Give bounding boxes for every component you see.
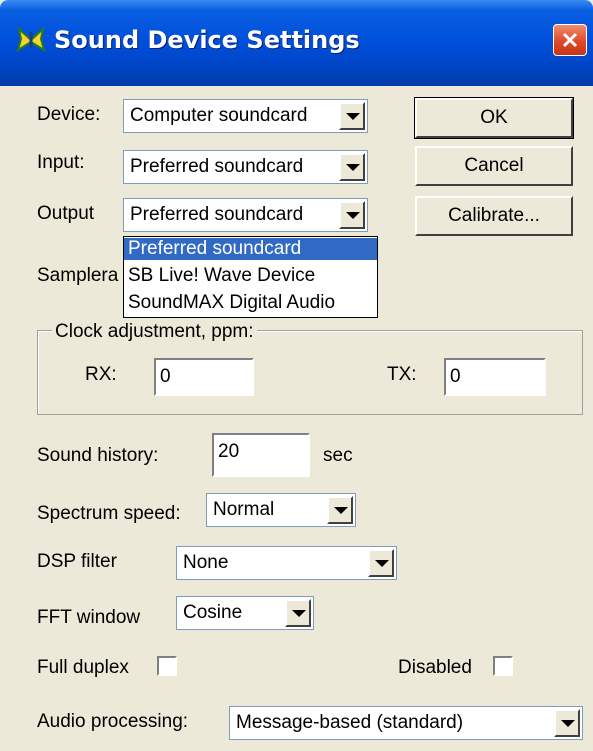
chevron-down-icon[interactable] [285, 599, 311, 627]
fft-window-select[interactable]: Cosine [176, 596, 314, 630]
spectrum-speed-value: Normal [213, 499, 275, 520]
cancel-button[interactable]: Cancel [415, 146, 573, 186]
chevron-down-icon[interactable] [339, 102, 365, 130]
output-option-sb-live[interactable]: SB Live! Wave Device [124, 265, 377, 287]
fft-window-value: Cosine [183, 602, 243, 623]
output-dropdown-list: Preferred soundcard SB Live! Wave Device… [123, 236, 378, 318]
tx-label: TX: [387, 364, 417, 385]
calibrate-button[interactable]: Calibrate... [415, 196, 573, 236]
tx-input-value: 0 [450, 366, 461, 387]
output-select-value: Preferred soundcard [130, 204, 304, 225]
device-select-value: Computer soundcard [130, 105, 308, 126]
clock-adjustment-title: Clock adjustment, ppm: [52, 321, 257, 343]
full-duplex-label: Full duplex [37, 657, 129, 678]
rx-label: RX: [85, 364, 117, 385]
close-icon [562, 32, 578, 48]
sound-history-value: 20 [218, 441, 240, 462]
device-select[interactable]: Computer soundcard [123, 99, 368, 133]
chevron-down-icon[interactable] [327, 496, 353, 524]
chevron-down-icon[interactable] [368, 549, 394, 577]
chevron-down-icon[interactable] [339, 201, 365, 229]
audio-processing-select[interactable]: Message-based (standard) [229, 706, 583, 740]
input-select-value: Preferred soundcard [130, 156, 304, 177]
output-option-preferred[interactable]: Preferred soundcard [124, 238, 377, 260]
spectrum-speed-label: Spectrum speed: [37, 503, 181, 524]
ok-button[interactable]: OK [414, 97, 574, 139]
output-option-soundmax[interactable]: SoundMAX Digital Audio [124, 292, 377, 314]
sound-history-unit: sec [323, 445, 353, 466]
disabled-label: Disabled [398, 657, 472, 678]
sound-history-input[interactable]: 20 [212, 433, 310, 477]
input-select[interactable]: Preferred soundcard [123, 150, 368, 184]
device-label: Device: [37, 104, 101, 125]
rx-input-value: 0 [160, 366, 171, 387]
title-bar[interactable]: Sound Device Settings [0, 0, 593, 86]
output-select[interactable]: Preferred soundcard [123, 198, 368, 232]
samplerate-label: Samplera [37, 265, 119, 286]
close-button[interactable] [553, 24, 587, 56]
sound-history-label: Sound history: [37, 445, 159, 466]
input-label: Input: [37, 152, 85, 173]
fft-window-label: FFT window [37, 607, 141, 628]
window-title: Sound Device Settings [54, 26, 360, 54]
audio-processing-label: Audio processing: [37, 711, 189, 732]
rx-input[interactable]: 0 [154, 358, 254, 396]
full-duplex-checkbox[interactable] [157, 656, 177, 676]
spectrum-speed-select[interactable]: Normal [206, 493, 356, 527]
tx-input[interactable]: 0 [444, 358, 546, 396]
chevron-down-icon[interactable] [554, 709, 580, 737]
dsp-filter-label: DSP filter [37, 551, 117, 572]
chevron-down-icon[interactable] [339, 153, 365, 181]
disabled-checkbox[interactable] [493, 656, 513, 676]
butterfly-icon [16, 26, 46, 53]
output-label: Output [37, 203, 95, 224]
dsp-filter-select[interactable]: None [176, 546, 397, 580]
audio-processing-value: Message-based (standard) [236, 712, 464, 733]
dsp-filter-value: None [183, 552, 229, 573]
